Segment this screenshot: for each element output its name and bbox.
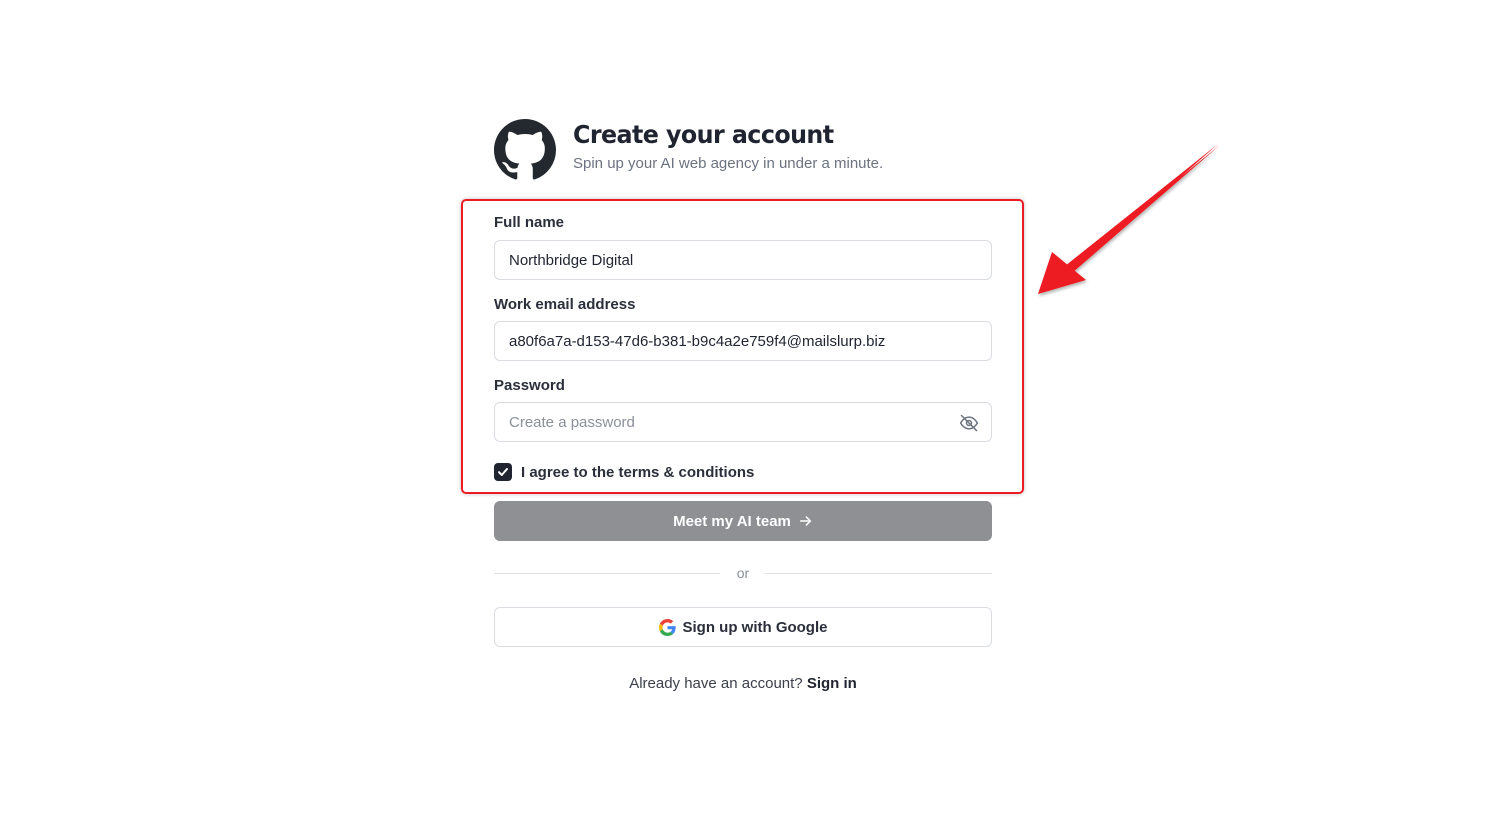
annotation-highlight-box <box>461 199 1024 494</box>
arrow-right-icon <box>799 516 812 526</box>
signin-prompt: Already have an account? <box>629 675 803 692</box>
github-icon <box>494 119 556 180</box>
signup-page: Create your account Spin up your AI web … <box>0 0 1499 832</box>
annotation-arrow-icon <box>1038 144 1220 294</box>
page-title: Create your account <box>573 120 834 149</box>
submit-label: Meet my AI team <box>673 512 791 530</box>
divider-line-left <box>494 573 720 574</box>
divider-line-right <box>765 573 992 574</box>
google-signup-button[interactable]: Sign up with Google <box>494 607 992 647</box>
signin-row: Already have an account? Sign in <box>494 675 992 692</box>
submit-button[interactable]: Meet my AI team <box>494 501 992 541</box>
google-icon <box>658 618 676 636</box>
page-subtitle: Spin up your AI web agency in under a mi… <box>573 155 884 172</box>
google-signup-label: Sign up with Google <box>682 618 828 636</box>
header-text: Create your account Spin up your AI web … <box>573 118 883 174</box>
divider-text: or <box>736 565 750 581</box>
signin-link[interactable]: Sign in <box>807 675 857 692</box>
page-header: Create your account Spin up your AI web … <box>494 118 883 181</box>
